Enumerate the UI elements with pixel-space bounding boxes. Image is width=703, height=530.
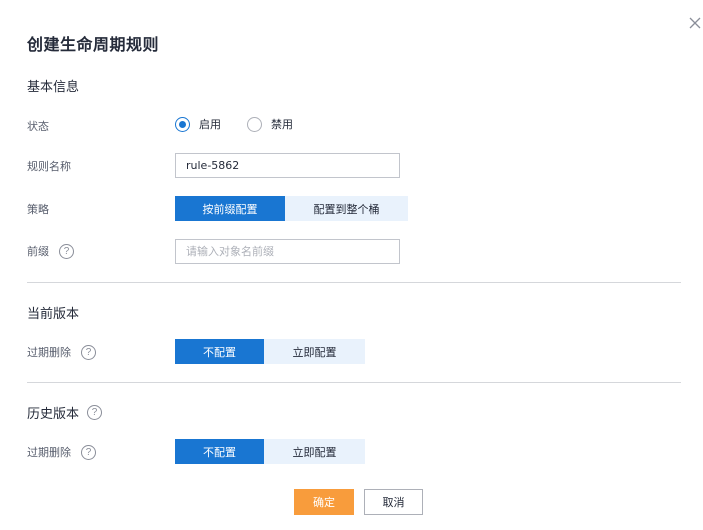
prefix-label: 前缀 ?	[27, 243, 74, 259]
current-expire-segmented-control: 不配置 立即配置	[175, 339, 365, 364]
current-expire-option-configure[interactable]: 立即配置	[264, 339, 365, 364]
section-title-current-version: 当前版本	[27, 307, 80, 322]
section-title-basic: 基本信息	[27, 80, 80, 95]
section-divider	[27, 282, 681, 283]
cancel-button[interactable]: 取消	[364, 489, 423, 515]
policy-option-whole-bucket[interactable]: 配置到整个桶	[285, 196, 408, 221]
history-expire-option-configure[interactable]: 立即配置	[264, 439, 365, 464]
status-radio-group: 启用 禁用	[175, 116, 319, 132]
status-radio-disabled[interactable]: 禁用	[247, 116, 293, 132]
history-expire-option-none[interactable]: 不配置	[175, 439, 264, 464]
prefix-input[interactable]	[175, 239, 400, 264]
create-lifecycle-rule-dialog: 创建生命周期规则 基本信息 状态 启用 禁用 规则名称 策略 按前缀配置 配置到…	[0, 0, 703, 530]
dialog-title: 创建生命周期规则	[27, 35, 160, 54]
status-label: 状态	[27, 120, 49, 133]
section-divider	[27, 382, 681, 383]
ok-button[interactable]: 确定	[294, 489, 354, 515]
current-expire-option-none[interactable]: 不配置	[175, 339, 264, 364]
radio-unchecked-icon	[247, 116, 262, 132]
current-expire-help-icon[interactable]: ?	[81, 344, 96, 360]
rule-name-label: 规则名称	[27, 160, 71, 173]
prefix-help-icon[interactable]: ?	[59, 243, 74, 259]
history-version-help-icon[interactable]: ?	[87, 405, 103, 420]
history-expire-segmented-control: 不配置 立即配置	[175, 439, 365, 464]
status-radio-enabled[interactable]: 启用	[175, 116, 221, 132]
history-expire-help-icon[interactable]: ?	[81, 444, 96, 460]
close-icon[interactable]	[687, 15, 703, 31]
policy-label: 策略	[27, 203, 49, 216]
rule-name-input[interactable]	[175, 153, 400, 178]
policy-segmented-control: 按前缀配置 配置到整个桶	[175, 196, 408, 221]
current-expire-delete-label: 过期删除 ?	[27, 344, 96, 360]
section-title-history-version: 历史版本 ?	[27, 403, 103, 422]
history-expire-delete-label: 过期删除 ?	[27, 444, 96, 460]
radio-checked-icon	[175, 116, 190, 132]
policy-option-prefix[interactable]: 按前缀配置	[175, 196, 285, 221]
